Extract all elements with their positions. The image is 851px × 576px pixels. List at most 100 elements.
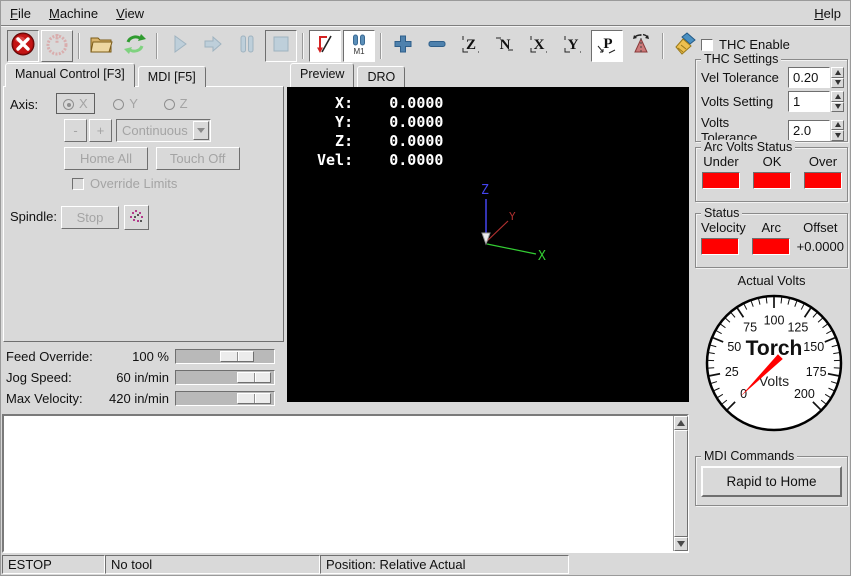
rapid-to-home-button[interactable]: Rapid to Home [701, 466, 842, 497]
home-all-button[interactable]: Home All [64, 147, 148, 170]
optional-pause-toggle[interactable]: M1 [343, 30, 375, 62]
volts-setting-spinbox[interactable]: 1 [788, 91, 844, 112]
clear-plot-button[interactable] [669, 30, 701, 62]
ok-led-cell: OK [753, 154, 791, 189]
menu-help[interactable]: Help [805, 3, 850, 24]
rotate-view-button[interactable] [625, 30, 657, 62]
step-button[interactable] [197, 30, 229, 62]
velocity-led [701, 238, 739, 255]
axis-radio-x[interactable]: X [56, 93, 95, 114]
scrollbar-thumb[interactable] [674, 430, 688, 537]
vel-tolerance-value[interactable]: 0.20 [788, 67, 830, 88]
menu-machine[interactable]: Machine [40, 3, 107, 24]
spin-down-button[interactable] [831, 130, 844, 141]
estop-icon [10, 31, 36, 60]
spindle-label: Spindle: [10, 209, 57, 224]
estop-button[interactable] [7, 30, 39, 62]
scroll-up-button[interactable] [674, 416, 688, 430]
step-icon [201, 32, 225, 59]
slider-thumb[interactable] [237, 393, 271, 404]
max-velocity-slider[interactable] [175, 391, 275, 406]
toolbar-separator [662, 33, 664, 59]
menu-file[interactable]: File [1, 3, 40, 24]
jog-minus-button[interactable]: - [64, 119, 87, 142]
under-led-cell: Under [702, 154, 740, 189]
touch-off-button[interactable]: Touch Off [156, 147, 240, 170]
feed-override-label: Feed Override: [3, 349, 103, 364]
pause-button[interactable] [231, 30, 263, 62]
tab-manual-control[interactable]: Manual Control [F3] [5, 63, 135, 87]
spin-down-button[interactable] [831, 78, 844, 89]
tab-preview[interactable]: Preview [290, 63, 354, 87]
scroll-down-button[interactable] [674, 537, 688, 551]
svg-text:Y: Y [509, 210, 516, 223]
over-led [804, 172, 842, 189]
svg-text:Z: Z [481, 183, 489, 198]
spin-up-button[interactable] [831, 120, 844, 131]
axis-radio-y[interactable]: Y [106, 93, 145, 114]
jog-speed-slider[interactable] [175, 370, 275, 385]
arrow-down-icon [677, 541, 685, 547]
mdi-commands-group: MDI Commands Rapid to Home [695, 456, 848, 506]
volts-tolerance-value[interactable]: 2.0 [788, 120, 830, 141]
run-button[interactable] [163, 30, 195, 62]
gcode-scrollbar[interactable] [673, 416, 687, 551]
volts-setting-value[interactable]: 1 [788, 91, 830, 112]
view-z-icon: Z [459, 32, 483, 59]
thc-enable-checkbox[interactable]: THC Enable [701, 37, 790, 52]
svg-text:125: 125 [787, 321, 808, 335]
axis-label: Axis: [10, 97, 38, 112]
stop-button[interactable] [265, 30, 297, 62]
actual-volts-label: Actual Volts [695, 273, 848, 288]
jog-plus-button[interactable]: + [89, 119, 112, 142]
tab-mdi[interactable]: MDI [F5] [138, 66, 206, 87]
offset-label: Offset [797, 220, 844, 235]
spin-up-button[interactable] [831, 91, 844, 102]
feed-override-row: Feed Override: 100 % [3, 346, 283, 366]
volts-tolerance-spinbox[interactable]: 2.0 [788, 120, 844, 141]
jog-speed-row: Jog Speed: 60 in/min [3, 367, 283, 387]
slider-thumb[interactable] [220, 351, 254, 362]
view-z-rotated-button[interactable]: N [489, 30, 521, 62]
view-perspective-button[interactable]: P [591, 30, 623, 62]
open-file-button[interactable] [85, 30, 117, 62]
view-z-rotated-icon: N [493, 32, 517, 59]
spindle-brake-button[interactable] [124, 205, 149, 230]
spindle-stop-button[interactable]: Stop [61, 206, 119, 229]
zoom-out-button[interactable] [421, 30, 453, 62]
clear-plot-icon [672, 31, 698, 60]
vel-tolerance-spinbox[interactable]: 0.20 [788, 67, 844, 88]
machine-power-button[interactable] [41, 30, 73, 62]
tab-dro[interactable]: DRO [357, 66, 405, 87]
over-led-cell: Over [804, 154, 842, 189]
spin-up-button[interactable] [831, 67, 844, 78]
zoom-in-icon [391, 32, 415, 59]
svg-text:N: N [500, 37, 511, 53]
view-z-button[interactable]: Z [455, 30, 487, 62]
view-x-button[interactable]: X [523, 30, 555, 62]
combobox-arrow-button[interactable] [193, 121, 209, 140]
reload-button[interactable] [119, 30, 151, 62]
toolbar-separator [78, 33, 80, 59]
ok-label: OK [753, 154, 791, 169]
skip-lines-icon [313, 32, 337, 59]
skip-lines-toggle[interactable] [309, 30, 341, 62]
jog-mode-combobox[interactable]: Continuous [116, 119, 211, 142]
override-limits-checkbox[interactable]: Override Limits [72, 176, 177, 191]
slider-thumb[interactable] [237, 372, 271, 383]
view-y-button[interactable]: Y [557, 30, 589, 62]
statusbar-tool: No tool [105, 555, 320, 574]
feed-override-slider[interactable] [175, 349, 275, 364]
under-label: Under [702, 154, 740, 169]
radio-indicator [113, 99, 124, 110]
preview-canvas[interactable]: X: 0.0000 Y: 0.0000 Z: 0.0000 Vel: 0.000… [287, 87, 689, 402]
menu-view[interactable]: View [107, 3, 153, 24]
axis-radio-z[interactable]: Z [157, 93, 195, 114]
gcode-text-area[interactable] [2, 414, 689, 553]
chevron-down-icon [197, 128, 205, 133]
spin-down-button[interactable] [831, 102, 844, 113]
svg-text:175: 175 [806, 365, 827, 379]
thc-settings-group: THC Settings Vel Tolerance 0.20 Volts Se… [695, 59, 848, 142]
zoom-in-button[interactable] [387, 30, 419, 62]
arrow-up-icon [677, 420, 685, 426]
